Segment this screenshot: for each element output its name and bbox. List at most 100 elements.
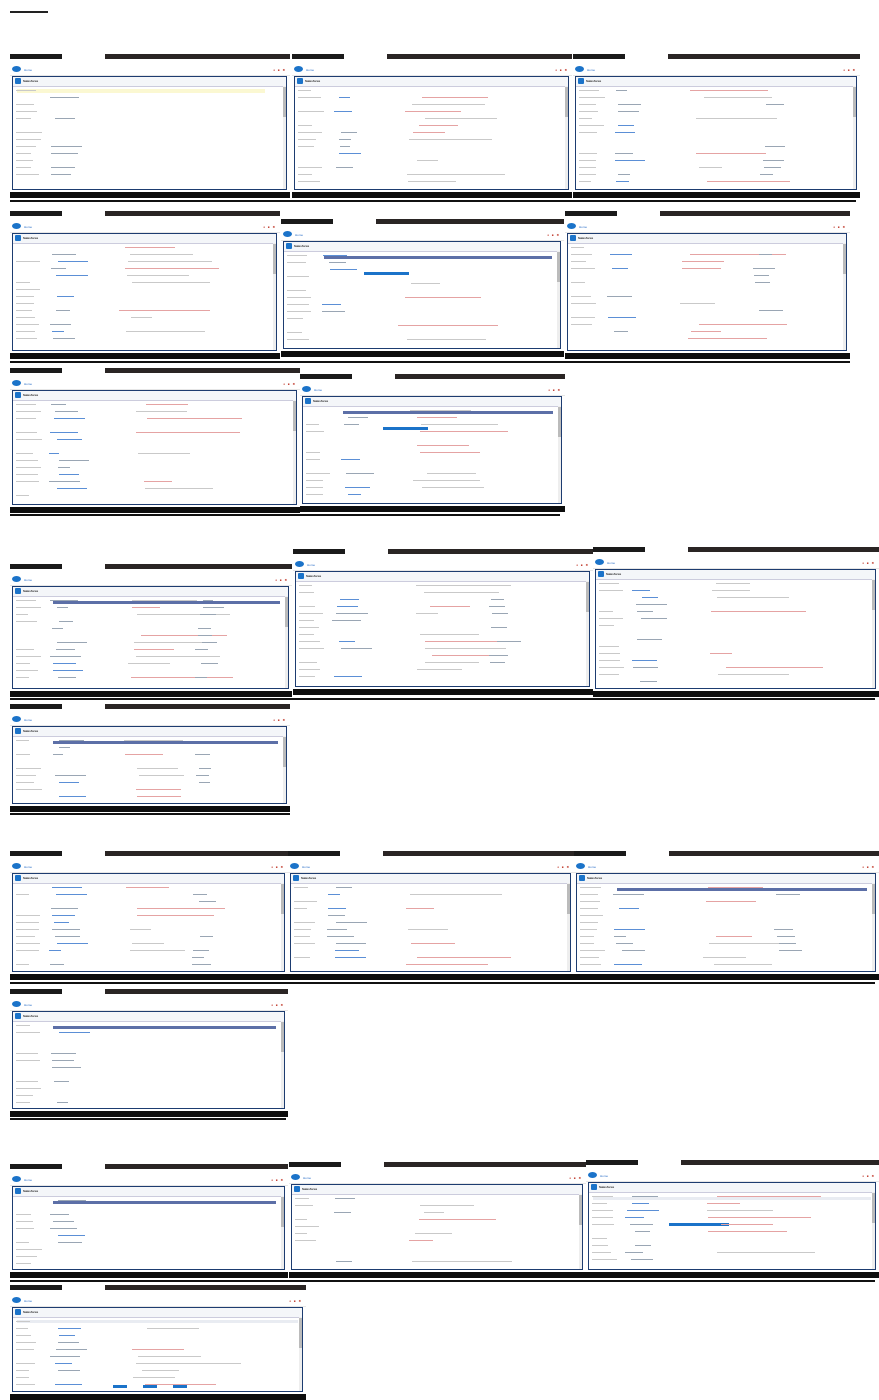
browser-tab[interactable] [565, 211, 617, 216]
scrollbar-thumb[interactable] [293, 401, 296, 431]
browser-tab[interactable] [293, 549, 345, 554]
header-icons[interactable]: ● ■ ✖ [569, 1176, 582, 1180]
cloud-logo-icon[interactable] [294, 66, 303, 72]
cloud-logo-icon[interactable] [12, 1297, 21, 1303]
nav-link[interactable]: Home [588, 865, 596, 869]
nav-link[interactable]: Home [24, 718, 32, 722]
browser-tab[interactable] [10, 54, 62, 59]
browser-tab[interactable] [10, 851, 62, 856]
cloud-logo-icon[interactable] [283, 231, 292, 237]
cloud-logo-icon[interactable] [12, 1001, 21, 1007]
cloud-logo-icon[interactable] [588, 1172, 597, 1178]
scrollbar-thumb[interactable] [872, 580, 875, 610]
scrollbar-thumb[interactable] [281, 884, 284, 914]
header-icons[interactable]: ● ■ ✖ [576, 563, 589, 567]
header-icons[interactable]: ● ■ ✖ [862, 561, 875, 565]
scrollbar-thumb[interactable] [273, 244, 276, 274]
browser-tab[interactable] [292, 54, 344, 59]
scrollbar-thumb[interactable] [281, 1197, 284, 1227]
header-icons[interactable]: ● ■ ✖ [289, 1299, 302, 1303]
cloud-logo-icon[interactable] [12, 716, 21, 722]
nav-link[interactable]: Home [302, 865, 310, 869]
scrollbar-thumb[interactable] [586, 582, 589, 612]
header-icons[interactable]: ● ■ ✖ [263, 225, 276, 229]
header-icons[interactable]: ● ■ ✖ [271, 1003, 284, 1007]
nav-link[interactable]: Home [24, 1299, 32, 1303]
browser-tab[interactable] [586, 1160, 638, 1165]
browser-tab[interactable] [300, 374, 352, 379]
nav-link[interactable]: Home [607, 561, 615, 565]
nav-link[interactable]: Home [306, 68, 314, 72]
scrollbar-thumb[interactable] [557, 252, 560, 282]
cloud-logo-icon[interactable] [302, 386, 311, 392]
cloud-logo-icon[interactable] [290, 863, 299, 869]
nav-link[interactable]: Home [24, 382, 32, 386]
cloud-logo-icon[interactable] [12, 863, 21, 869]
browser-tab[interactable] [573, 54, 625, 59]
scrollbar-thumb[interactable] [579, 1195, 582, 1225]
scrollbar-thumb[interactable] [565, 87, 568, 117]
browser-tab[interactable] [289, 1162, 341, 1167]
header-icons[interactable]: ● ■ ✖ [555, 68, 568, 72]
nav-link[interactable]: Home [24, 68, 32, 72]
nav-link[interactable]: Home [295, 233, 303, 237]
cloud-logo-icon[interactable] [575, 66, 584, 72]
scrollbar-thumb[interactable] [283, 737, 286, 767]
cloud-logo-icon[interactable] [12, 223, 21, 229]
scrollbar-thumb[interactable] [283, 87, 286, 117]
cloud-logo-icon[interactable] [12, 380, 21, 386]
cloud-logo-icon[interactable] [12, 576, 21, 582]
nav-link[interactable]: Home [314, 388, 322, 392]
nav-link[interactable]: Home [24, 1178, 32, 1182]
browser-tab[interactable] [10, 989, 62, 994]
header-icons[interactable]: ● ■ ✖ [862, 865, 875, 869]
nav-link[interactable]: Home [600, 1174, 608, 1178]
browser-tab[interactable] [574, 851, 626, 856]
header-icons[interactable]: ● ■ ✖ [862, 1174, 875, 1178]
cloud-logo-icon[interactable] [567, 223, 576, 229]
header-icons[interactable]: ● ■ ✖ [557, 865, 570, 869]
browser-tab[interactable] [10, 564, 62, 569]
header-icons[interactable]: ● ■ ✖ [275, 578, 288, 582]
scrollbar-thumb[interactable] [872, 884, 875, 914]
scrollbar-thumb[interactable] [281, 1022, 284, 1052]
cloud-logo-icon[interactable] [595, 559, 604, 565]
scrollbar-thumb[interactable] [872, 1193, 875, 1223]
cloud-logo-icon[interactable] [12, 1176, 21, 1182]
scrollbar-thumb[interactable] [843, 244, 846, 274]
browser-tab[interactable] [10, 1164, 62, 1169]
nav-link[interactable]: Home [307, 563, 315, 567]
header-icons[interactable]: ● ■ ✖ [547, 233, 560, 237]
browser-tab[interactable] [10, 368, 62, 373]
header-icons[interactable]: ● ■ ✖ [283, 382, 296, 386]
browser-tab[interactable] [288, 851, 340, 856]
header-icons[interactable]: ● ■ ✖ [833, 225, 846, 229]
scrollbar-thumb[interactable] [853, 87, 856, 117]
browser-tab[interactable] [10, 211, 62, 216]
header-icons[interactable]: ● ■ ✖ [273, 718, 286, 722]
header-icons[interactable]: ● ■ ✖ [843, 68, 856, 72]
nav-link[interactable]: Home [587, 68, 595, 72]
scrollbar-thumb[interactable] [285, 597, 288, 627]
scrollbar-thumb[interactable] [558, 407, 561, 437]
header-icons[interactable]: ● ■ ✖ [271, 1178, 284, 1182]
nav-link[interactable]: Home [24, 1003, 32, 1007]
nav-link[interactable]: Home [24, 225, 32, 229]
cloud-logo-icon[interactable] [291, 1174, 300, 1180]
browser-tab[interactable] [10, 704, 62, 709]
nav-link[interactable]: Home [579, 225, 587, 229]
browser-tab[interactable] [593, 547, 645, 552]
header-icons[interactable]: ● ■ ✖ [273, 68, 286, 72]
browser-tab[interactable] [10, 1285, 62, 1290]
header-icons[interactable]: ● ■ ✖ [271, 865, 284, 869]
nav-link[interactable]: Home [303, 1176, 311, 1180]
scrollbar-thumb[interactable] [299, 1318, 302, 1348]
cloud-logo-icon[interactable] [12, 66, 21, 72]
nav-link[interactable]: Home [24, 578, 32, 582]
nav-link[interactable]: Home [24, 865, 32, 869]
cloud-logo-icon[interactable] [295, 561, 304, 567]
cloud-logo-icon[interactable] [576, 863, 585, 869]
header-icons[interactable]: ● ■ ✖ [548, 388, 561, 392]
scrollbar-thumb[interactable] [567, 884, 570, 914]
browser-tab[interactable] [281, 219, 333, 224]
